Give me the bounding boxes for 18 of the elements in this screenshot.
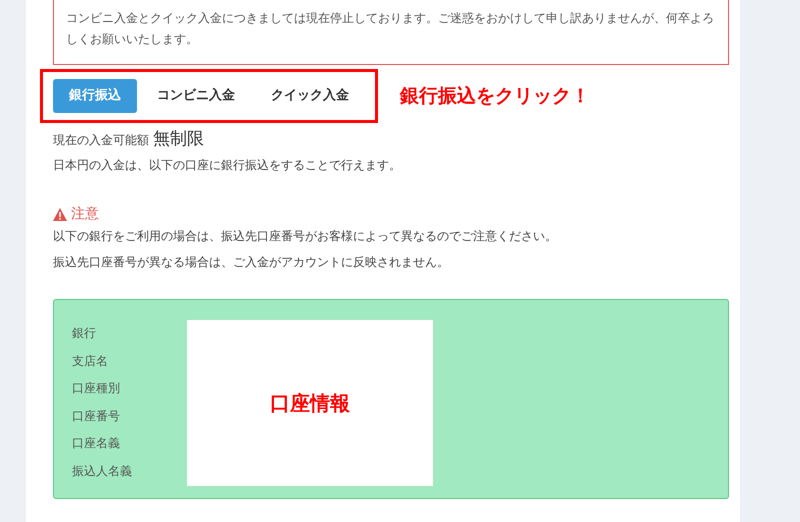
tab[interactable]: コンビニ入金 <box>141 79 251 112</box>
tab[interactable]: クイック入金 <box>255 79 365 112</box>
description-text: 日本円の入金は、以下の口座に銀行振込をすることで行えます。 <box>53 157 402 174</box>
notice-message: コンビニ入金とクイック入金につきましては現在停止しております。ご迷惑をおかけして申し訳ありませんが、何卒よろしくお願いいたします。 <box>53 0 729 65</box>
field-label: 支店名 <box>72 352 109 370</box>
field-label: 口座名義 <box>72 435 121 452</box>
field-label: 口座種別 <box>72 380 121 397</box>
redaction-label: 口座情報 <box>270 390 350 417</box>
caution-title: 注意 <box>71 205 99 224</box>
available-amount-value: 無制限 <box>153 128 204 150</box>
field-label: 口座番号 <box>72 408 121 424</box>
field-label: 銀行 <box>72 325 97 342</box>
annotation-text: 銀行振込をクリック！ <box>400 84 590 108</box>
caution-text: 以下の銀行をご利用の場合は、振込先口座番号がお客様によって異なるのでご注意ください。 <box>53 228 558 245</box>
warning-icon <box>53 208 67 221</box>
field-label: 振込人名義 <box>72 462 133 480</box>
caution-text: 振込先口座番号が異なる場合は、ご入金がアカウントに反映されません。 <box>53 254 450 271</box>
available-amount-label: 現在の入金可能額 <box>53 132 149 148</box>
